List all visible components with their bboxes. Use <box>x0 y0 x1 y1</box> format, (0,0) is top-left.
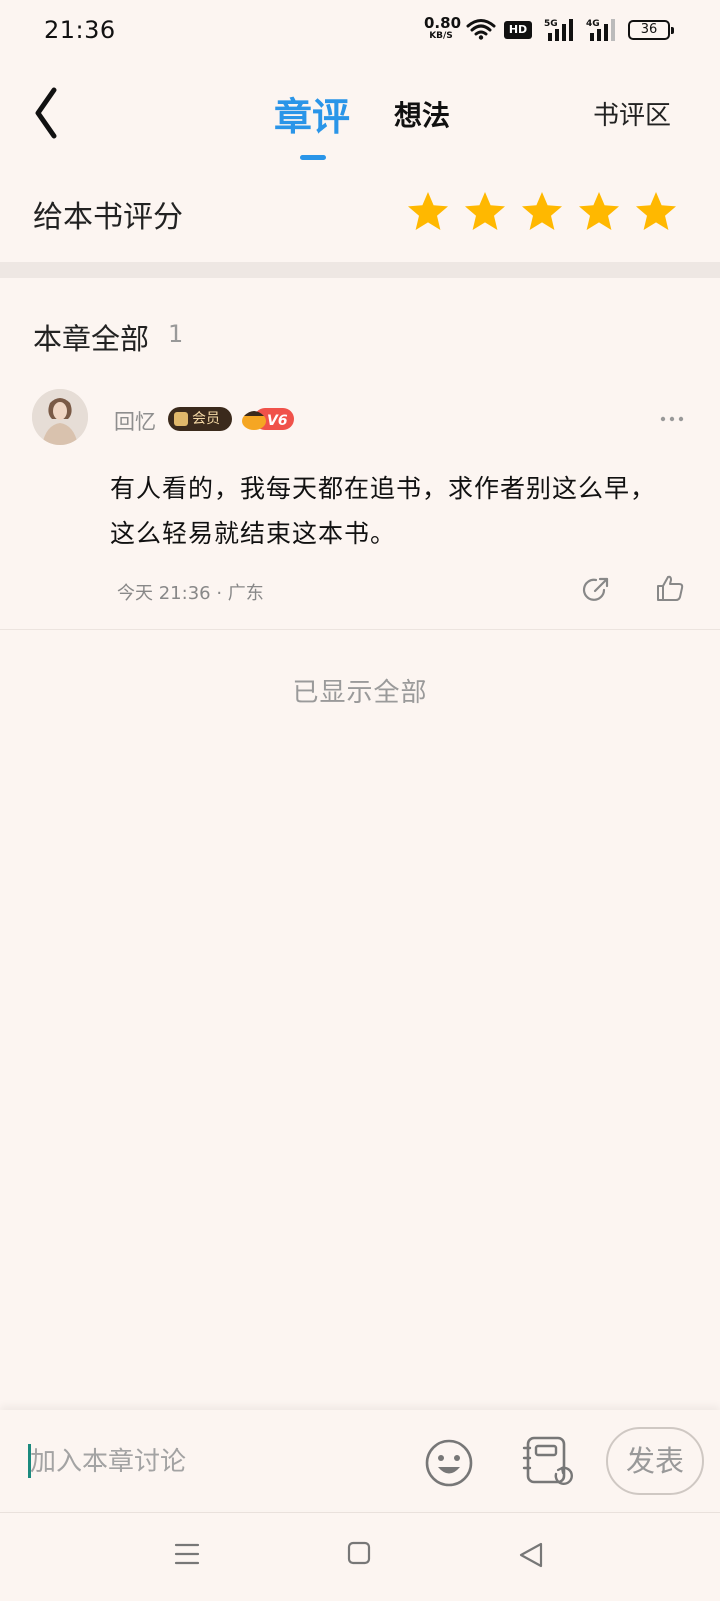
tab-ideas[interactable]: 想法 <box>394 94 450 134</box>
level-badge-label: V6 <box>267 413 288 429</box>
rating-stars <box>406 190 678 234</box>
signal-4g-label: 4G <box>586 19 600 29</box>
publish-button[interactable]: 发表 <box>606 1427 704 1495</box>
comment-divider <box>0 629 720 630</box>
active-tab-indicator <box>300 155 326 160</box>
menu-icon[interactable] <box>174 1541 200 1567</box>
network-speed-unit: KB/S <box>429 31 453 41</box>
book-review-link[interactable]: 书评区 <box>593 95 671 132</box>
section-divider <box>0 262 720 278</box>
share-icon[interactable] <box>582 576 610 604</box>
vip-badge-label: 会员 <box>192 411 220 427</box>
vip-crown-icon <box>174 412 188 426</box>
rating-label: 给本书评分 <box>33 200 183 235</box>
battery-icon: 36 <box>628 20 674 40</box>
discussion-input[interactable] <box>30 1444 410 1480</box>
status-time: 21:36 <box>44 16 116 44</box>
star-icon[interactable] <box>577 190 621 234</box>
star-icon[interactable] <box>520 190 564 234</box>
emoji-icon[interactable] <box>424 1438 474 1488</box>
more-options-icon[interactable] <box>660 416 684 422</box>
comment-count: 1 <box>168 320 184 348</box>
like-thumb-icon[interactable] <box>655 573 685 603</box>
avatar[interactable] <box>32 389 88 445</box>
star-icon[interactable] <box>463 190 507 234</box>
back-arrow-icon[interactable] <box>30 86 64 140</box>
level-badge: V6 <box>242 408 294 430</box>
notes-icon[interactable] <box>522 1434 574 1488</box>
signal-4g-icon: 4G <box>586 19 615 41</box>
home-square-icon[interactable] <box>347 1541 371 1565</box>
comment-username[interactable]: 回忆 <box>114 406 156 436</box>
comment-meta: 今天 21:36 · 广东 <box>117 583 264 604</box>
comment-text: 有人看的，我每天都在追书，求作者别这么早，这么轻易就结束这本书。 <box>110 474 657 548</box>
star-icon[interactable] <box>406 190 450 234</box>
wifi-icon <box>466 19 496 40</box>
signal-5g-icon: 5G <box>544 19 573 41</box>
network-speed-value: 0.80 <box>424 14 462 32</box>
hd-voice-icon: HD <box>504 21 532 39</box>
vip-badge: 会员 <box>168 407 232 431</box>
network-speed: 0.80 KB/S <box>424 14 462 41</box>
back-triangle-icon[interactable] <box>518 1541 544 1569</box>
signal-5g-label: 5G <box>544 19 558 29</box>
all-shown-text: 已显示全部 <box>292 678 428 708</box>
tab-chapter-comments[interactable]: 章评 <box>274 86 350 141</box>
section-title: 本章全部 <box>33 322 150 356</box>
star-icon[interactable] <box>634 190 678 234</box>
